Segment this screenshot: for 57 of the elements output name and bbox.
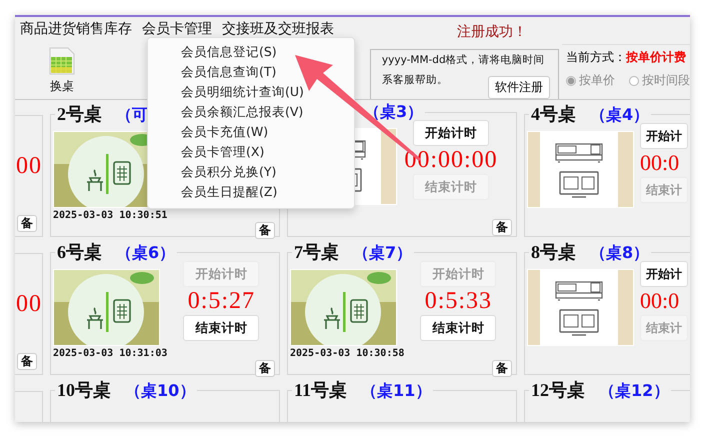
start-timestamp: 2025-03-03 10:31:03 <box>53 348 168 359</box>
menu-option[interactable]: 会员明细统计查询(U) <box>148 82 354 102</box>
billing-label: 当前方式： <box>566 49 626 66</box>
register-button[interactable]: 软件注册 <box>488 76 550 99</box>
stop-timer-button[interactable]: 结束计时 <box>420 315 496 341</box>
timer-reading: 00:00:00 <box>404 146 498 174</box>
table-tag: （桌10） <box>125 381 196 402</box>
start-timestamp: 2025-03-03 10:30:58 <box>290 348 404 359</box>
table-name: 7号桌 <box>294 241 339 264</box>
note-button[interactable]: 备 <box>492 360 512 377</box>
start-timestamp: 2025-03-03 10:30:51 <box>53 210 168 221</box>
table-name: 10号桌 <box>57 379 111 402</box>
table-tag: （桌8） <box>590 243 650 264</box>
menu-option[interactable]: 会员信息查询(T) <box>148 62 354 82</box>
timer-reading: 00:0 <box>640 287 680 315</box>
menu-option[interactable]: 会员卡管理(X) <box>148 142 354 162</box>
table-name: 8号桌 <box>531 241 576 264</box>
table-name: 11号桌 <box>294 379 348 402</box>
note-button[interactable]: 备 <box>492 219 512 236</box>
table-name: 2号桌 <box>57 103 102 126</box>
status-message: 注册成功！ <box>457 23 527 41</box>
table-name: 6号桌 <box>57 241 102 264</box>
timer-reading: 00 <box>16 290 42 318</box>
timer-reading: 0:5:27 <box>188 287 256 315</box>
timer-reading: 0:5:33 <box>424 287 492 315</box>
table-tag: （桌6） <box>116 243 176 264</box>
note-button[interactable]: 备 <box>17 353 37 370</box>
note-button[interactable]: 备 <box>255 360 275 377</box>
menu-option[interactable]: 会员卡充值(W) <box>148 122 354 142</box>
menu-item[interactable]: 会员卡管理 <box>137 20 217 38</box>
table-tag: （桌4） <box>590 105 650 126</box>
menu-item[interactable]: 交接班及交班报表 <box>217 20 339 38</box>
table-name: 12号桌 <box>531 379 585 402</box>
table-tag: （桌12） <box>599 381 670 402</box>
table-tag: （桌11） <box>361 381 432 402</box>
menu-item[interactable]: 商品进货销售库存 <box>15 20 137 38</box>
menu-option[interactable]: 会员余额汇总报表(V) <box>148 102 354 122</box>
note-button[interactable]: 备 <box>17 215 37 232</box>
menu-option[interactable]: 会员生日提醒(Z) <box>148 182 354 202</box>
spreadsheet-icon <box>49 47 75 75</box>
note-button[interactable]: 备 <box>255 222 275 239</box>
start-timer-button[interactable]: 开始计时 <box>413 120 489 146</box>
billing-mode: 按单价计费 <box>626 49 686 66</box>
menu-option[interactable]: 会员积分兑换(Y) <box>148 162 354 182</box>
notice-text: 系客服帮助。 <box>382 73 448 87</box>
table-tag: （可 <box>116 105 148 126</box>
stop-timer-button[interactable]: 结束计时 <box>183 315 260 341</box>
menu-option[interactable]: 会员信息登记(S) <box>148 42 354 62</box>
table-name: 4号桌 <box>531 103 576 126</box>
timer-reading: 00:0 <box>640 149 680 177</box>
notice-text: yyyy-MM-dd格式，请将电脑时间 <box>382 53 545 67</box>
switch-table-button[interactable]: 换桌 <box>45 41 79 99</box>
start-timer-button[interactable]: 开始计 <box>640 123 688 149</box>
table-tag: （桌7） <box>353 243 412 264</box>
start-timer-button[interactable]: 开始计 <box>640 261 688 287</box>
table-tag: （桌3） <box>364 102 424 123</box>
timer-reading: 00 <box>16 152 42 180</box>
